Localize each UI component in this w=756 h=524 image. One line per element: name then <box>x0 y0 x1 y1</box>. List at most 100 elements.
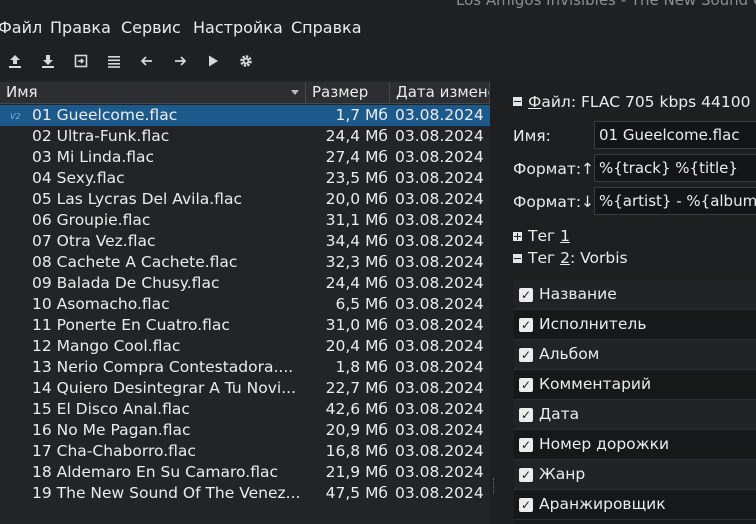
file-row[interactable]: 14 Quiero Desintegrar A Tu Novi... 22,7 М… <box>0 378 490 399</box>
file-row[interactable]: 12 Mango Cool.flac 20,4 Мб 03.08.2024 <box>0 336 490 357</box>
settings-button[interactable] <box>235 50 257 72</box>
file-row[interactable]: 02 Ultra-Funk.flac 24,4 Мб 03.08.2024 <box>0 126 490 147</box>
tag-field-row[interactable]: ✓ Номер дорожки <box>514 430 756 460</box>
tag-field-row[interactable]: ✓ Дата <box>514 400 756 430</box>
menu-settings[interactable]: Настройка <box>193 18 283 37</box>
menu-file[interactable]: Файл <box>0 18 42 37</box>
file-name: 08 Cachete A Cachete.flac <box>32 253 238 271</box>
upload-button[interactable] <box>4 50 26 72</box>
file-size: 42,6 Мб <box>325 400 388 418</box>
file-row[interactable]: 03 Mi Linda.flac 27,4 Мб 03.08.2024 <box>0 147 490 168</box>
list-button[interactable] <box>103 50 125 72</box>
file-row[interactable]: 15 El Disco Anal.flac 42,6 Мб 03.08.2024 <box>0 399 490 420</box>
file-size: 6,5 Мб <box>335 295 388 313</box>
menu-bar: Файл Правка Сервис Настройка Справка <box>0 8 756 42</box>
panel-splitter[interactable] <box>490 80 498 524</box>
checkbox[interactable]: ✓ <box>519 498 533 512</box>
file-name: 09 Balada De Chusy.flac <box>32 274 220 292</box>
file-row[interactable]: 18 Aldemaro En Su Camaro.flac 21,9 Мб 03.0… <box>0 462 490 483</box>
checkbox[interactable]: ✓ <box>519 318 533 332</box>
file-row[interactable]: 07 Otra Vez.flac 34,4 Мб 03.08.2024 <box>0 231 490 252</box>
file-date: 03.08.2024 <box>395 253 484 271</box>
file-name: 18 Aldemaro En Su Camaro.flac <box>32 463 278 481</box>
file-row[interactable]: 04 Sexy.flac 23,5 Мб 03.08.2024 <box>0 168 490 189</box>
column-header-size[interactable]: Размер <box>306 82 390 104</box>
file-name: 19 The New Sound Of The Venez... <box>32 484 301 502</box>
file-size: 24,4 Мб <box>325 274 388 292</box>
next-button[interactable] <box>169 50 191 72</box>
file-date: 03.08.2024 <box>395 316 484 334</box>
collapse-tag2-icon[interactable] <box>513 254 522 263</box>
sort-descending-icon <box>291 90 299 95</box>
file-name: 02 Ultra-Funk.flac <box>32 127 170 145</box>
file-date: 03.08.2024 <box>395 337 484 355</box>
file-row[interactable]: 17 Cha-Chaborro.flac 16,8 Мб 03.08.2024 <box>0 441 490 462</box>
tag-field-label: Название <box>539 285 617 303</box>
file-row[interactable]: 11 Ponerte En Cuatro.flac 31,0 Мб 03.08.20… <box>0 315 490 336</box>
column-header-date[interactable]: Дата измене <box>390 82 490 104</box>
file-row[interactable]: 08 Cachete A Cachete.flac 32,3 Мб 03.08.20… <box>0 252 490 273</box>
download-button[interactable] <box>37 50 59 72</box>
file-row[interactable]: V2 01 Gueelcome.flac 1,7 Мб 03.08.2024 <box>0 105 490 126</box>
file-row[interactable]: 05 Las Lycras Del Avila.flac 20,0 Мб 03.08… <box>0 189 490 210</box>
name-label: Имя: <box>513 127 551 145</box>
checkbox[interactable]: ✓ <box>519 468 533 482</box>
collapse-file-icon[interactable] <box>513 97 522 106</box>
splitter-grip[interactable] <box>493 478 495 494</box>
arrow-right-icon <box>175 56 187 66</box>
menu-help[interactable]: Справка <box>291 18 362 37</box>
file-size: 1,7 Мб <box>335 106 388 124</box>
gear-icon <box>240 55 252 67</box>
file-name: 14 Quiero Desintegrar A Tu Novi... <box>32 379 296 397</box>
play-button[interactable] <box>202 50 224 72</box>
file-name: 16 No Me Pagan.flac <box>32 421 191 439</box>
file-row[interactable]: 13 Nerio Compra Contestadora.... 1,8 Мб 03… <box>0 357 490 378</box>
file-size: 21,9 Мб <box>325 463 388 481</box>
file-row[interactable]: 06 Groupie.flac 31,1 Мб 03.08.2024 <box>0 210 490 231</box>
column-header-name[interactable]: Имя <box>0 82 306 104</box>
tag-field-label: Номер дорожки <box>539 435 670 453</box>
expand-tag1-icon[interactable] <box>513 232 522 241</box>
file-date: 03.08.2024 <box>395 169 484 187</box>
convert-button[interactable] <box>70 50 92 72</box>
tag-field-row[interactable]: ✓ Комментарий <box>514 370 756 400</box>
tag1-header[interactable]: Тег 1 <box>528 227 570 245</box>
file-list-panel: Имя Размер Дата измене V2 01 Gueelcome.fl… <box>0 80 490 524</box>
file-size: 31,1 Мб <box>325 211 388 229</box>
title-bar: Los Amigos Invisibles - The New Sound Of… <box>0 0 756 8</box>
tag-field-label: Жанр <box>539 465 586 483</box>
file-row[interactable]: 10 Asomacho.flac 6,5 Мб 03.08.2024 <box>0 294 490 315</box>
menu-tools[interactable]: Сервис <box>121 18 181 37</box>
file-row[interactable]: 09 Balada De Chusy.flac 24,4 Мб 03.08.2024 <box>0 273 490 294</box>
file-name: 05 Las Lycras Del Avila.flac <box>32 190 242 208</box>
checkbox[interactable]: ✓ <box>519 378 533 392</box>
tag-field-row[interactable]: ✓ Альбом <box>514 340 756 370</box>
name-field[interactable]: 01 Gueelcome.flac <box>594 121 756 149</box>
checkbox[interactable]: ✓ <box>519 348 533 362</box>
format-down-field[interactable]: %{artist} - %{album}/ <box>594 187 756 215</box>
menu-edit[interactable]: Правка <box>50 18 111 37</box>
tag-field-row[interactable]: ✓ Название <box>514 280 756 310</box>
previous-button[interactable] <box>136 50 158 72</box>
file-info: Файл: FLAC 705 kbps 44100 H <box>528 93 756 111</box>
checkbox[interactable]: ✓ <box>519 288 533 302</box>
file-size: 31,0 Мб <box>325 316 388 334</box>
tag-field-row[interactable]: ✓ Исполнитель <box>514 310 756 340</box>
file-row[interactable]: 19 The New Sound Of The Venez... 47,5 Мб 0… <box>0 483 490 504</box>
file-date: 03.08.2024 <box>395 127 484 145</box>
tag2-header[interactable]: Тег 2: Vorbis <box>528 249 628 267</box>
tag-field-row[interactable]: ✓ Аранжировщик <box>514 490 756 520</box>
file-date: 03.08.2024 <box>395 400 484 418</box>
file-size: 24,4 Мб <box>325 127 388 145</box>
checkbox[interactable]: ✓ <box>519 408 533 422</box>
checkbox[interactable]: ✓ <box>519 438 533 452</box>
tag-field-row[interactable]: ✓ Жанр <box>514 460 756 490</box>
upload-icon <box>9 55 21 68</box>
file-row[interactable]: 16 No Me Pagan.flac 20,9 Мб 03.08.2024 <box>0 420 490 441</box>
file-name: 13 Nerio Compra Contestadora.... <box>32 358 294 376</box>
file-size: 23,5 Мб <box>325 169 388 187</box>
format-up-field[interactable]: %{track} %{title} <box>594 154 756 182</box>
file-size: 20,0 Мб <box>325 190 388 208</box>
file-date: 03.08.2024 <box>395 190 484 208</box>
toolbar <box>0 42 756 80</box>
